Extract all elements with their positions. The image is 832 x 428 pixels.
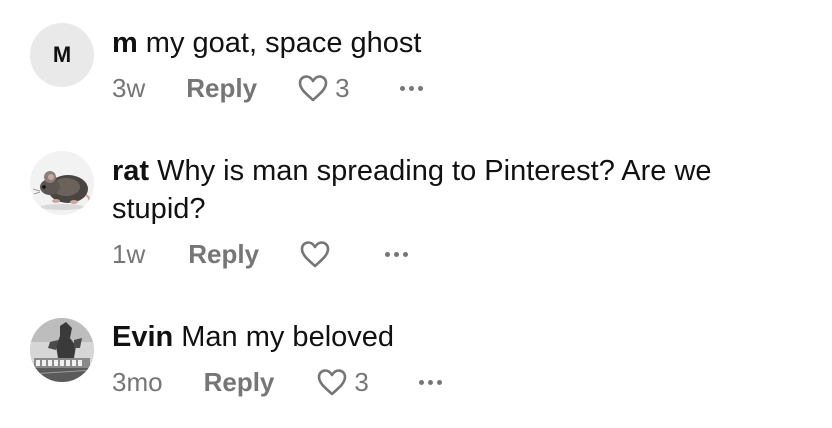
heart-icon bbox=[300, 241, 330, 268]
like-button[interactable]: 3 bbox=[316, 366, 369, 398]
comment-username[interactable]: Evin bbox=[112, 321, 173, 353]
comment-timestamp: 3w bbox=[112, 72, 146, 103]
comment-timestamp: 3mo bbox=[112, 366, 163, 397]
comment-actions: 3w Reply 3 bbox=[112, 70, 425, 106]
rat-avatar-icon bbox=[30, 151, 94, 215]
comment-actions: 1w Reply bbox=[112, 236, 410, 272]
comment-username[interactable]: rat bbox=[112, 155, 149, 187]
more-options-button[interactable] bbox=[398, 80, 425, 97]
comment-username[interactable]: m bbox=[112, 27, 138, 59]
avatar[interactable]: M bbox=[30, 23, 94, 87]
more-options-button[interactable] bbox=[383, 246, 410, 263]
like-button[interactable]: 3 bbox=[297, 72, 350, 104]
like-count: 3 bbox=[354, 366, 369, 397]
avatar[interactable] bbox=[30, 318, 94, 382]
comment-actions: 3mo Reply 3 bbox=[112, 364, 444, 400]
more-options-button[interactable] bbox=[417, 374, 444, 391]
comment-body: rat Why is man spreading to Pinterest? Ar… bbox=[112, 152, 792, 228]
comment-body: m my goat, space ghost bbox=[112, 24, 792, 62]
reply-button[interactable]: Reply bbox=[186, 73, 257, 104]
like-button[interactable] bbox=[299, 240, 337, 268]
comment-body: Evin Man my beloved bbox=[112, 318, 792, 356]
ellipsis-icon bbox=[399, 85, 405, 91]
avatar[interactable] bbox=[30, 151, 94, 215]
avatar-letter: M bbox=[52, 42, 72, 67]
monster-avatar-icon bbox=[30, 318, 94, 382]
reply-button[interactable]: Reply bbox=[188, 239, 259, 270]
ellipsis-icon bbox=[385, 251, 391, 257]
heart-icon bbox=[318, 369, 347, 396]
reply-button[interactable]: Reply bbox=[204, 367, 275, 398]
comment-text: Why is man spreading to Pinterest? Are w… bbox=[112, 155, 712, 225]
comment-text: my goat, space ghost bbox=[145, 27, 422, 59]
comment-text: Man my beloved bbox=[181, 321, 395, 353]
heart-icon bbox=[298, 75, 328, 102]
like-count: 3 bbox=[335, 72, 350, 103]
ellipsis-icon bbox=[418, 379, 424, 385]
comment-timestamp: 1w bbox=[112, 238, 146, 269]
